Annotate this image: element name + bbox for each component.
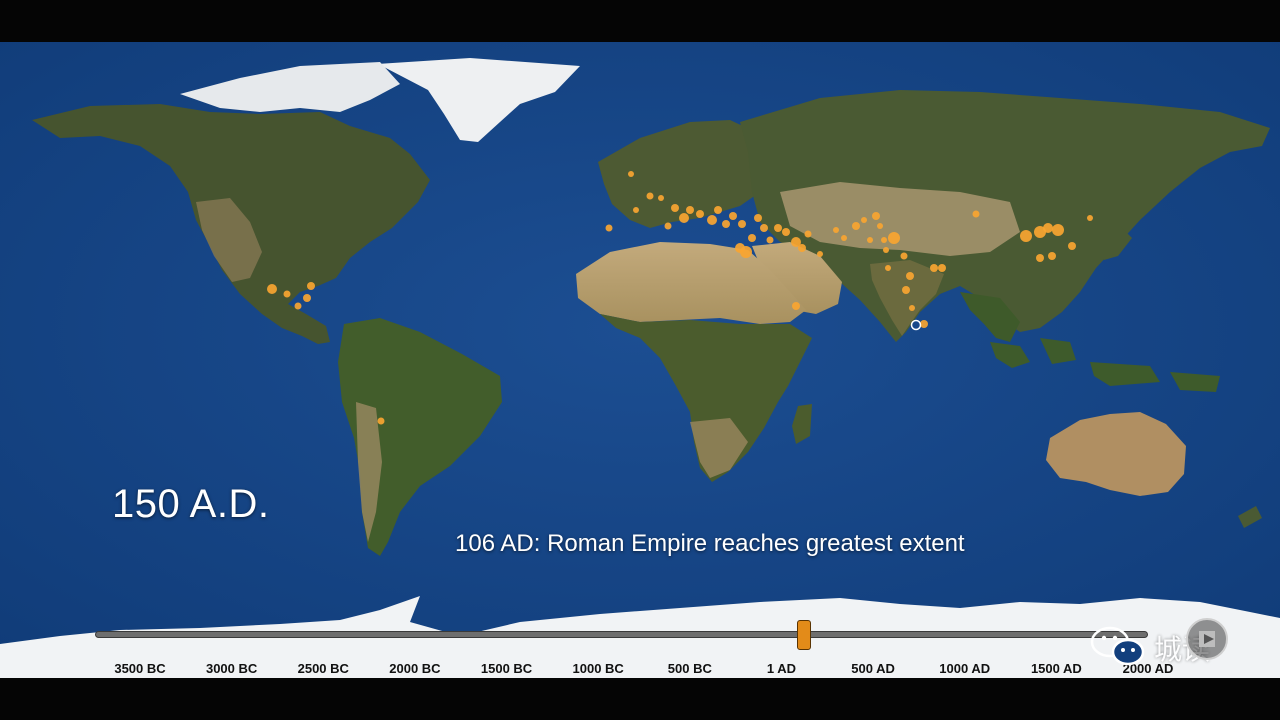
city-marker (938, 264, 946, 272)
city-marker (883, 247, 889, 253)
city-marker (930, 264, 938, 272)
city-marker (1068, 242, 1076, 250)
city-marker (303, 294, 311, 302)
city-marker (738, 220, 746, 228)
city-marker (658, 195, 664, 201)
city-marker (766, 236, 774, 244)
city-marker (900, 252, 908, 260)
city-marker (714, 206, 722, 214)
city-marker (754, 214, 762, 222)
city-marker (707, 215, 717, 225)
map-stage: 150 A.D. 106 AD: Roman Empire reaches gr… (0, 42, 1280, 678)
city-marker (664, 222, 672, 230)
city-marker (1052, 224, 1064, 236)
city-marker-highlight (910, 319, 922, 331)
letterbox-top (0, 0, 1280, 42)
city-marker (888, 232, 900, 244)
city-marker (671, 204, 679, 212)
year-label: 150 A.D. (112, 482, 270, 526)
watermark: 城读 (1088, 614, 1248, 674)
city-marker (760, 224, 768, 232)
city-marker (307, 282, 315, 290)
city-marker (972, 210, 980, 218)
city-marker (872, 212, 880, 220)
city-marker (686, 206, 694, 214)
city-marker (867, 237, 873, 243)
city-marker (817, 251, 823, 257)
city-marker (877, 223, 883, 229)
city-marker (740, 246, 752, 258)
city-marker (906, 272, 914, 280)
city-marker (852, 222, 860, 230)
city-marker (283, 290, 291, 298)
city-marker (881, 237, 887, 243)
timeline-track[interactable] (95, 620, 1148, 650)
city-marker (885, 265, 891, 271)
city-marker (1087, 215, 1093, 221)
city-marker (1020, 230, 1032, 242)
city-marker (804, 230, 812, 238)
city-marker (628, 171, 634, 177)
city-marker (646, 192, 654, 200)
play-icon[interactable] (1184, 616, 1230, 662)
city-marker (782, 228, 790, 236)
city-marker (902, 286, 910, 294)
city-marker (920, 320, 928, 328)
timeline-handle[interactable] (796, 620, 811, 650)
city-marker (774, 224, 782, 232)
city-marker (833, 227, 839, 233)
letterbox-bottom (0, 678, 1280, 720)
city-markers (267, 171, 1093, 425)
city-marker (633, 207, 639, 213)
city-marker (267, 284, 277, 294)
city-marker (841, 235, 847, 241)
city-marker (294, 302, 302, 310)
city-marker (605, 224, 613, 232)
city-marker (1048, 252, 1056, 260)
city-marker (861, 217, 867, 223)
city-marker (792, 302, 800, 310)
city-marker (696, 210, 704, 218)
city-marker (679, 213, 689, 223)
city-marker (1036, 254, 1044, 262)
wechat-bubbles-icon (1090, 626, 1145, 666)
city-marker (748, 234, 756, 242)
city-marker (729, 212, 737, 220)
city-marker (1043, 223, 1053, 233)
event-caption: 106 AD: Roman Empire reaches greatest ex… (455, 530, 965, 557)
city-marker (798, 244, 806, 252)
city-marker (909, 305, 915, 311)
city-marker (377, 417, 385, 425)
city-marker (722, 220, 730, 228)
